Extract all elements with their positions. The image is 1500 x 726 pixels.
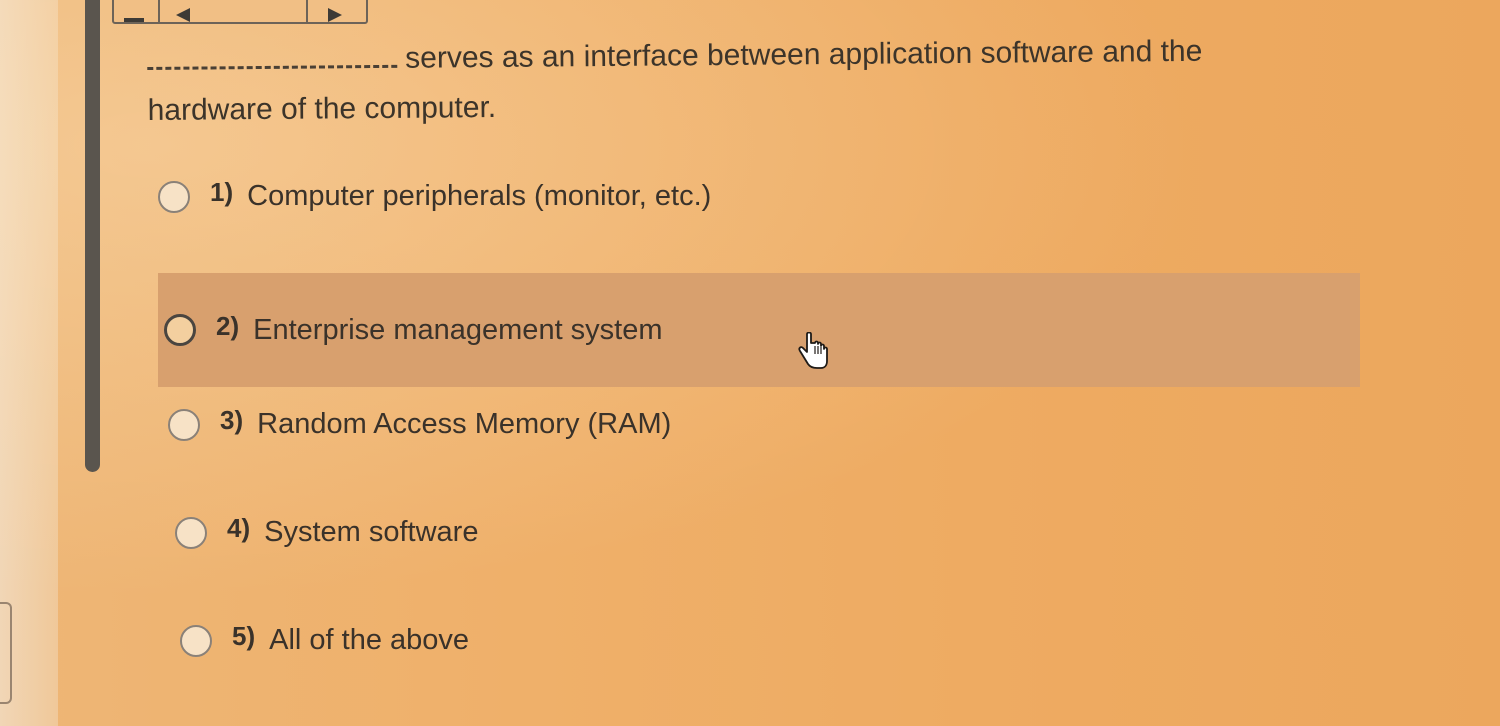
option-label: All of the above bbox=[269, 624, 470, 656]
radio-button[interactable] bbox=[158, 180, 190, 213]
option-number: 3) bbox=[220, 405, 244, 435]
option-number: 4) bbox=[227, 513, 251, 543]
option-number: 2) bbox=[216, 310, 240, 341]
answer-option-1[interactable]: 1) Computer peripherals (monitor, etc.) bbox=[158, 177, 712, 213]
question-text: serves as an interface between applicati… bbox=[147, 26, 1308, 136]
bezel-edge bbox=[0, 602, 12, 704]
option-label: System software bbox=[264, 516, 479, 548]
play-icon[interactable] bbox=[328, 8, 342, 22]
answer-option-3[interactable]: 3) Random Access Memory (RAM) bbox=[168, 405, 672, 441]
hand-pointer-icon bbox=[798, 332, 828, 369]
radio-button[interactable] bbox=[164, 314, 196, 346]
speaker-icon bbox=[176, 8, 190, 22]
answer-option-4[interactable]: 4) System software bbox=[175, 513, 479, 549]
radio-button[interactable] bbox=[180, 624, 212, 657]
answer-option-5[interactable]: 5) All of the above bbox=[180, 621, 470, 657]
menu-icon[interactable] bbox=[124, 6, 144, 22]
question-part-2: hardware of the computer. bbox=[147, 90, 497, 127]
radio-button[interactable] bbox=[168, 408, 200, 441]
option-label: Computer peripherals (monitor, etc.) bbox=[247, 180, 712, 212]
answer-option-2[interactable]: 2) Enterprise management system bbox=[158, 273, 1360, 387]
option-label: Random Access Memory (RAM) bbox=[257, 408, 672, 440]
option-number: 1) bbox=[210, 177, 234, 207]
reader-toolbar bbox=[112, 0, 368, 24]
option-number: 5) bbox=[232, 621, 256, 651]
listen-button[interactable] bbox=[158, 0, 308, 22]
option-label: Enterprise management system bbox=[253, 313, 663, 346]
answer-blank bbox=[147, 42, 398, 70]
question-part-1: serves as an interface between applicati… bbox=[405, 34, 1203, 75]
question-scrollbar[interactable] bbox=[85, 0, 100, 472]
radio-button[interactable] bbox=[175, 516, 207, 549]
